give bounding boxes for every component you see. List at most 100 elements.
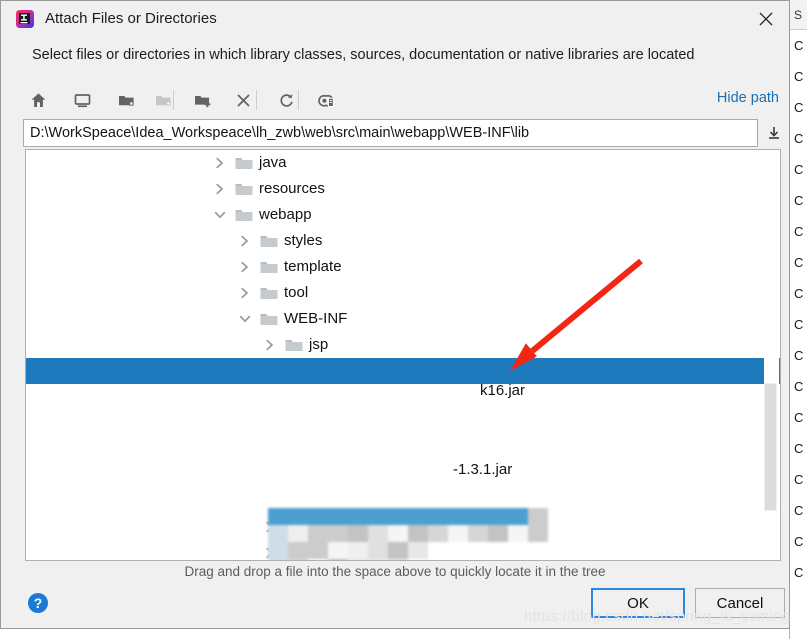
delete-icon[interactable] — [228, 85, 258, 115]
page-title: Attach Files or Directories — [45, 10, 217, 27]
background-window-row: C — [794, 131, 804, 146]
tree-row-label: java — [259, 154, 287, 171]
tree-row[interactable]: jsp — [26, 332, 780, 358]
tree-row-label: tool — [284, 284, 309, 301]
chevron-right-icon[interactable] — [212, 155, 228, 171]
background-window-row: C — [794, 379, 804, 394]
chevron-down-icon[interactable] — [212, 207, 228, 223]
toolbar-separator — [173, 90, 174, 110]
folder-icon — [285, 416, 303, 431]
tree-row[interactable] — [26, 514, 780, 540]
tree-row[interactable] — [26, 462, 780, 488]
chevron-right-icon[interactable] — [262, 545, 278, 560]
tree-scrollbar[interactable] — [764, 151, 779, 560]
background-window-row: C — [794, 193, 804, 208]
tree-row[interactable] — [26, 488, 780, 514]
tree-row[interactable]: java — [26, 150, 780, 176]
folder-icon — [235, 182, 253, 197]
path-input[interactable] — [23, 119, 758, 147]
cancel-button[interactable]: Cancel — [695, 588, 785, 618]
background-window-row: C — [794, 534, 804, 549]
tree-row[interactable]: WEB-INF — [26, 306, 780, 332]
tree-row-label: resources — [259, 180, 325, 197]
desktop-icon[interactable] — [67, 85, 97, 115]
background-window-row: C — [794, 100, 804, 115]
background-window: S C C C C C C C C C C C C C C C C C C — [789, 0, 807, 639]
folder-icon — [285, 494, 303, 509]
tree-row[interactable]: resources — [26, 176, 780, 202]
tree-row-selected[interactable] — [26, 358, 780, 384]
tree-row[interactable] — [26, 410, 780, 436]
background-window-row: C — [794, 410, 804, 425]
attach-files-dialog: Attach Files or Directories Select files… — [0, 0, 790, 629]
download-icon[interactable] — [763, 121, 785, 145]
tree-row-label: WEB-INF — [284, 310, 348, 327]
background-window-row: C — [794, 441, 804, 456]
refresh-icon[interactable] — [271, 85, 301, 115]
help-icon[interactable]: ? — [27, 592, 49, 614]
dialog-subtitle: Select files or directories in which lib… — [32, 47, 695, 63]
svg-text:?: ? — [34, 595, 43, 611]
folder-icon — [235, 156, 253, 171]
folder-icon — [285, 338, 303, 353]
folder-icon — [285, 546, 303, 561]
tree-row-label: webapp — [259, 206, 312, 223]
tree-row[interactable] — [26, 540, 780, 561]
path-row — [23, 119, 780, 147]
background-window-row: C — [794, 472, 804, 487]
home-icon[interactable] — [23, 85, 53, 115]
show-hidden-icon[interactable] — [311, 85, 341, 115]
background-window-row: C — [794, 224, 804, 239]
chevron-right-icon[interactable] — [212, 181, 228, 197]
toolbar-separator — [256, 90, 257, 110]
tree-row[interactable]: template — [26, 254, 780, 280]
background-window-row: C — [794, 162, 804, 177]
filename-fragment: k16.jar — [480, 382, 526, 399]
chevron-right-icon[interactable] — [237, 233, 253, 249]
file-chooser-toolbar: Hide path — [23, 85, 779, 117]
tree-scrollbar-thumb[interactable] — [764, 383, 777, 511]
chevron-right-icon[interactable] — [262, 337, 278, 353]
folder-icon — [260, 312, 278, 327]
folder-icon — [285, 468, 303, 483]
chevron-right-icon[interactable] — [237, 285, 253, 301]
close-icon[interactable] — [743, 1, 789, 37]
chevron-down-icon[interactable] — [237, 311, 253, 327]
directory-tree-panel[interactable]: java resources webapp styles template tool WEB… — [25, 149, 781, 561]
folder-icon — [235, 208, 253, 223]
hide-path-link[interactable]: Hide path — [717, 90, 779, 106]
background-window-header: S — [790, 0, 807, 30]
folder-icon — [285, 520, 303, 535]
folder-icon — [260, 260, 278, 275]
tree-row-label: template — [284, 258, 342, 275]
folder-open-icon[interactable] — [111, 85, 141, 115]
background-window-row: C — [794, 348, 804, 363]
tree-row-label: jsp — [309, 336, 329, 353]
toolbar-separator — [298, 90, 299, 110]
background-window-row: C — [794, 565, 804, 580]
tree-row[interactable]: tool — [26, 280, 780, 306]
tree-row[interactable]: styles — [26, 228, 780, 254]
folder-icon — [260, 286, 278, 301]
tree-row[interactable] — [26, 436, 780, 462]
chevron-right-icon[interactable] — [262, 519, 278, 535]
tree-row[interactable] — [26, 384, 780, 410]
background-window-row: C — [794, 503, 804, 518]
folder-icon — [285, 364, 303, 379]
background-window-row: C — [794, 317, 804, 332]
tree-row[interactable]: webapp — [26, 202, 780, 228]
tree-row-label: styles — [284, 232, 323, 249]
new-folder-icon[interactable] — [188, 85, 218, 115]
ok-button[interactable]: OK — [591, 588, 685, 618]
chevron-right-icon[interactable] — [237, 259, 253, 275]
